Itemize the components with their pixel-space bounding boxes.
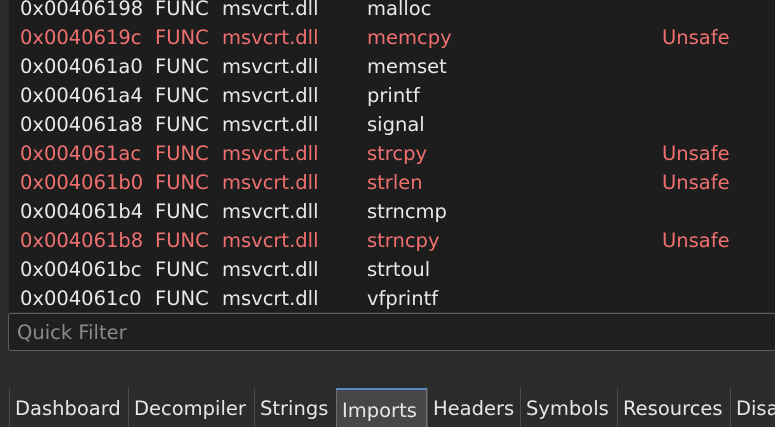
import-type: FUNC [155, 229, 209, 252]
tab-imports[interactable]: Imports [336, 388, 427, 427]
import-row[interactable]: 0x004061a8 FUNC msvcrt.dll signal [9, 110, 775, 139]
import-row[interactable]: 0x004061c0 FUNC msvcrt.dll vfprintf [9, 284, 775, 312]
import-library: msvcrt.dll [222, 142, 319, 165]
tab-decompiler[interactable]: Decompiler [128, 388, 254, 427]
import-library: msvcrt.dll [222, 55, 319, 78]
import-function-name: strtoul [367, 258, 431, 281]
import-function-name: malloc [367, 0, 432, 20]
unsafe-import-row[interactable]: 0x004061ac FUNC msvcrt.dll strcpy Unsafe [9, 139, 775, 168]
import-function-name: memcpy [367, 26, 452, 49]
import-address: 0x004061a4 [20, 84, 143, 107]
import-library: msvcrt.dll [222, 287, 319, 310]
import-address: 0x004061bc [20, 258, 142, 281]
unsafe-import-row[interactable]: 0x004061b0 FUNC msvcrt.dll strlen Unsafe [9, 168, 775, 197]
import-function-name: strlen [367, 171, 423, 194]
import-library: msvcrt.dll [222, 0, 319, 20]
imports-window: 0x00406198 FUNC msvcrt.dll malloc 0x0040619c… [0, 0, 775, 427]
imports-table[interactable]: 0x00406198 FUNC msvcrt.dll malloc 0x0040619c… [9, 0, 775, 312]
unsafe-flag: Unsafe [662, 171, 730, 194]
import-function-name: printf [367, 84, 420, 107]
import-library: msvcrt.dll [222, 258, 319, 281]
tab-dashboard[interactable]: Dashboard [9, 388, 128, 427]
import-function-name: vfprintf [367, 287, 439, 310]
tab-disa[interactable]: Disa [730, 388, 775, 427]
unsafe-import-row[interactable]: 0x0040619c FUNC msvcrt.dll memcpy Unsafe [9, 23, 775, 52]
tab-symbols[interactable]: Symbols [520, 388, 617, 427]
tab-resources[interactable]: Resources [617, 388, 730, 427]
tab-strings[interactable]: Strings [254, 388, 336, 427]
import-address: 0x004061b8 [20, 229, 144, 252]
import-library: msvcrt.dll [222, 26, 319, 49]
import-type: FUNC [155, 26, 209, 49]
unsafe-flag: Unsafe [662, 229, 730, 252]
panel-tab-bar: Dashboard Decompiler Strings Imports Headers… [0, 388, 775, 427]
unsafe-import-row[interactable]: 0x004061b8 FUNC msvcrt.dll strncpy Unsafe [9, 226, 775, 255]
import-type: FUNC [155, 200, 209, 223]
import-function-name: memset [367, 55, 447, 78]
import-type: FUNC [155, 142, 209, 165]
import-type: FUNC [155, 258, 209, 281]
import-address: 0x004061ac [20, 142, 142, 165]
quick-filter-input[interactable] [8, 313, 775, 351]
tab-headers[interactable]: Headers [427, 388, 520, 427]
import-address: 0x004061c0 [20, 287, 142, 310]
import-type: FUNC [155, 287, 209, 310]
import-address: 0x004061b0 [20, 171, 144, 194]
import-address: 0x004061b4 [20, 200, 144, 223]
import-type: FUNC [155, 55, 209, 78]
import-address: 0x004061a8 [20, 113, 143, 136]
import-row[interactable]: 0x00406198 FUNC msvcrt.dll malloc [9, 0, 775, 23]
import-type: FUNC [155, 0, 209, 20]
import-address: 0x00406198 [20, 0, 144, 20]
import-library: msvcrt.dll [222, 84, 319, 107]
import-function-name: strcpy [367, 142, 428, 165]
import-row[interactable]: 0x004061a0 FUNC msvcrt.dll memset [9, 52, 775, 81]
import-row[interactable]: 0x004061bc FUNC msvcrt.dll strtoul [9, 255, 775, 284]
import-row[interactable]: 0x004061b4 FUNC msvcrt.dll strncmp [9, 197, 775, 226]
import-type: FUNC [155, 171, 209, 194]
unsafe-flag: Unsafe [662, 26, 730, 49]
import-address: 0x0040619c [20, 26, 142, 49]
import-address: 0x004061a0 [20, 55, 143, 78]
import-library: msvcrt.dll [222, 229, 319, 252]
import-library: msvcrt.dll [222, 200, 319, 223]
unsafe-flag: Unsafe [662, 142, 730, 165]
import-function-name: strncpy [367, 229, 440, 252]
import-type: FUNC [155, 113, 209, 136]
import-type: FUNC [155, 84, 209, 107]
import-library: msvcrt.dll [222, 113, 319, 136]
import-library: msvcrt.dll [222, 171, 319, 194]
import-function-name: signal [367, 113, 425, 136]
import-row[interactable]: 0x004061a4 FUNC msvcrt.dll printf [9, 81, 775, 110]
import-function-name: strncmp [367, 200, 447, 223]
